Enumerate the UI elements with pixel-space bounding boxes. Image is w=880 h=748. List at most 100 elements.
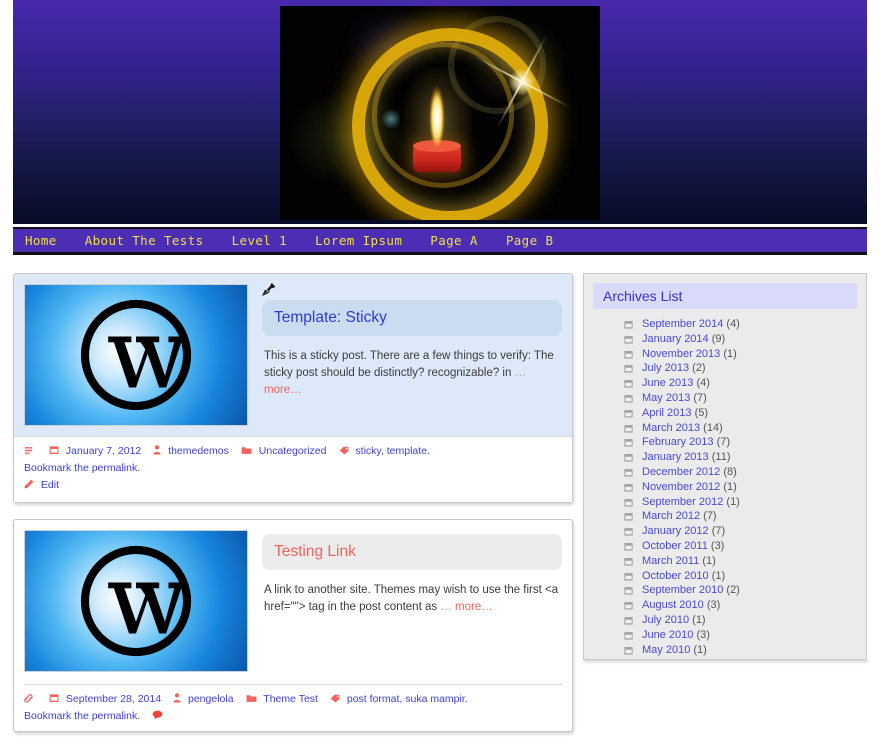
post-featured-image[interactable] xyxy=(24,284,248,426)
list-item[interactable]: November 2013 (1) xyxy=(624,347,866,362)
list-item[interactable]: August 2010 (3) xyxy=(624,598,866,613)
post-category-meta[interactable]: Uncategorized xyxy=(241,443,327,460)
post-date-link[interactable]: January 7, 2012 xyxy=(66,445,141,457)
post-author-meta[interactable]: themedemos xyxy=(153,443,229,460)
site-header xyxy=(13,0,867,224)
archive-link[interactable]: November 2012 xyxy=(642,481,720,493)
post-article-sticky: Template: Sticky This is a sticky post. … xyxy=(13,273,573,503)
primary-navigation[interactable]: Home About The Tests Level 1 Lorem Ipsum… xyxy=(13,227,867,255)
read-more-link[interactable]: more… xyxy=(264,384,302,396)
post-author-link[interactable]: themedemos xyxy=(168,445,229,457)
permalink-link[interactable]: permalink. xyxy=(92,710,140,722)
nav-item-about-the-tests[interactable]: About The Tests xyxy=(71,233,218,248)
post-category-meta[interactable]: Theme Test xyxy=(246,691,318,708)
archive-link[interactable]: September 2012 xyxy=(642,496,723,508)
post-title[interactable]: Template: Sticky xyxy=(262,300,562,336)
post-edit-meta[interactable]: Edit xyxy=(24,477,59,494)
archive-link[interactable]: June 2013 xyxy=(642,377,693,389)
list-item[interactable]: June 2010 (3) xyxy=(624,628,866,643)
list-item[interactable]: July 2013 (2) xyxy=(624,361,866,376)
post-row: Template: Sticky This is a sticky post. … xyxy=(24,283,562,426)
nav-item-level-1[interactable]: Level 1 xyxy=(218,233,301,248)
post-tags-link[interactable]: post format, suka mampir. xyxy=(347,693,468,705)
post-author-meta[interactable]: pengelola xyxy=(173,691,234,708)
archive-link[interactable]: February 2013 xyxy=(642,436,714,448)
archive-link[interactable]: July 2013 xyxy=(642,362,689,374)
list-item[interactable]: March 2012 (7) xyxy=(624,509,866,524)
calendar-icon xyxy=(624,557,633,566)
list-item[interactable]: October 2011 (3) xyxy=(624,539,866,554)
post-category-link[interactable]: Theme Test xyxy=(263,693,318,705)
post-meta: September 28, 2014 pengelola Theme Test … xyxy=(24,684,562,725)
list-item[interactable]: January 2013 (11) xyxy=(624,450,866,465)
post-comments-meta[interactable] xyxy=(152,708,167,725)
calendar-icon xyxy=(624,439,633,447)
post-author-link[interactable]: pengelola xyxy=(188,693,234,705)
list-item[interactable]: December 2012 (8) xyxy=(624,465,866,480)
archive-link[interactable]: March 2012 xyxy=(642,510,700,522)
archive-link[interactable]: April 2013 xyxy=(642,407,692,419)
archive-link[interactable]: July 2010 xyxy=(642,614,689,626)
archive-link[interactable]: May 2010 xyxy=(642,644,690,656)
archive-link[interactable]: May 2013 xyxy=(642,392,690,404)
archive-link[interactable]: June 2010 xyxy=(642,629,693,641)
archive-link[interactable]: August 2010 xyxy=(642,599,704,611)
list-item[interactable]: April 2013 (5) xyxy=(624,406,866,421)
archive-link[interactable]: December 2012 xyxy=(642,466,720,478)
calendar-icon xyxy=(49,694,59,702)
archive-link[interactable]: September 2014 xyxy=(642,318,723,330)
nav-item-page-a[interactable]: Page A xyxy=(416,233,492,248)
list-item[interactable]: February 2013 (7) xyxy=(624,435,866,450)
archive-link[interactable]: March 2011 xyxy=(642,555,699,567)
archive-link[interactable]: January 2012 xyxy=(642,525,709,537)
post-meta: January 7, 2012 themedemos Uncategorized… xyxy=(14,436,572,502)
list-item[interactable]: March 2013 (14) xyxy=(624,421,866,436)
post-permalink-meta[interactable]: Bookmark the permalink. xyxy=(24,460,140,477)
list-item[interactable]: October 2010 (1) xyxy=(624,569,866,584)
nav-item-page-b[interactable]: Page B xyxy=(492,233,568,248)
post-date-link[interactable]: September 28, 2014 xyxy=(66,693,161,705)
archive-link[interactable]: March 2013 xyxy=(642,422,700,434)
post-date-meta[interactable]: January 7, 2012 xyxy=(49,443,141,460)
nav-item-lorem-ipsum[interactable]: Lorem Ipsum xyxy=(301,233,416,248)
calendar-icon xyxy=(624,543,633,551)
archive-link[interactable]: November 2013 xyxy=(642,348,720,360)
calendar-icon xyxy=(624,587,633,595)
nav-item-home[interactable]: Home xyxy=(13,233,71,248)
list-item[interactable]: September 2010 (2) xyxy=(624,583,866,598)
post-excerpt: A link to another site. Themes may wish … xyxy=(264,582,560,616)
archive-count: (3) xyxy=(706,599,721,612)
post-tags-meta[interactable]: post format, suka mampir. xyxy=(330,691,468,708)
post-date-meta[interactable]: September 28, 2014 xyxy=(49,691,161,708)
post-tags-meta[interactable]: sticky, template. xyxy=(339,443,430,460)
list-item[interactable]: September 2012 (1) xyxy=(624,495,866,510)
list-item[interactable]: May 2010 (1) xyxy=(624,643,866,658)
archive-link[interactable]: October 2010 xyxy=(642,570,709,582)
archive-link[interactable]: January 2013 xyxy=(642,451,709,463)
post-title[interactable]: Testing Link xyxy=(262,534,562,570)
archive-link[interactable]: January 2014 xyxy=(642,333,709,345)
list-item[interactable]: May 2013 (7) xyxy=(624,391,866,406)
lens-flare xyxy=(382,110,400,128)
archive-link[interactable]: October 2011 xyxy=(642,540,708,552)
post-permalink-meta[interactable]: Bookmark the permalink. xyxy=(24,708,140,725)
list-item[interactable]: September 2014 (4) xyxy=(624,317,866,332)
list-item[interactable]: March 2011 (1) xyxy=(624,554,866,569)
calendar-icon xyxy=(624,528,633,536)
list-item[interactable]: November 2012 (1) xyxy=(624,480,866,495)
archive-link[interactable]: September 2010 xyxy=(642,584,723,596)
archive-count: (1) xyxy=(711,569,726,582)
post-category-link[interactable]: Uncategorized xyxy=(259,445,327,457)
list-item[interactable]: January 2014 (9) xyxy=(624,332,866,347)
calendar-icon xyxy=(49,446,59,454)
calendar-icon xyxy=(624,365,633,373)
list-item[interactable]: July 2010 (1) xyxy=(624,613,866,628)
edit-post-link[interactable]: Edit xyxy=(41,479,59,491)
read-more-link[interactable]: more… xyxy=(455,601,493,613)
list-item[interactable]: January 2012 (7) xyxy=(624,524,866,539)
permalink-link[interactable]: permalink. xyxy=(92,462,140,474)
post-featured-image[interactable] xyxy=(24,530,248,672)
list-item[interactable]: June 2013 (4) xyxy=(624,376,866,391)
post-tags-link[interactable]: sticky, template. xyxy=(355,445,430,457)
calendar-icon xyxy=(624,335,633,344)
